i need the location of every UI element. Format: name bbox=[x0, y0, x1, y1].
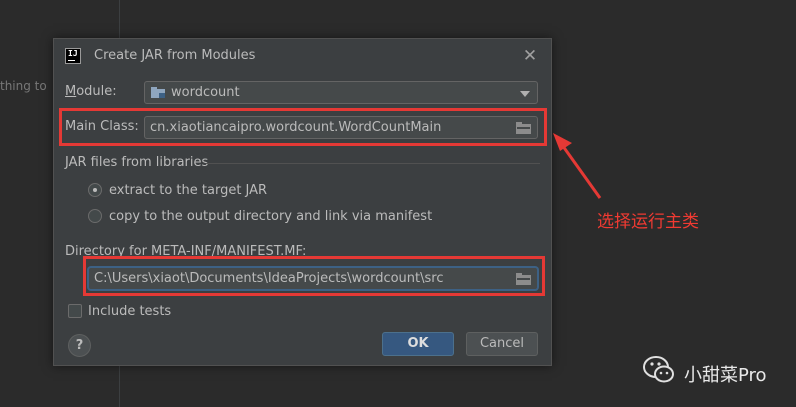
wechat-logo-icon bbox=[643, 356, 674, 383]
annotation-arrow bbox=[553, 133, 602, 199]
watermark-text: 小甜菜Pro bbox=[684, 365, 767, 386]
annotation-label: 选择运行主类 bbox=[597, 212, 699, 232]
